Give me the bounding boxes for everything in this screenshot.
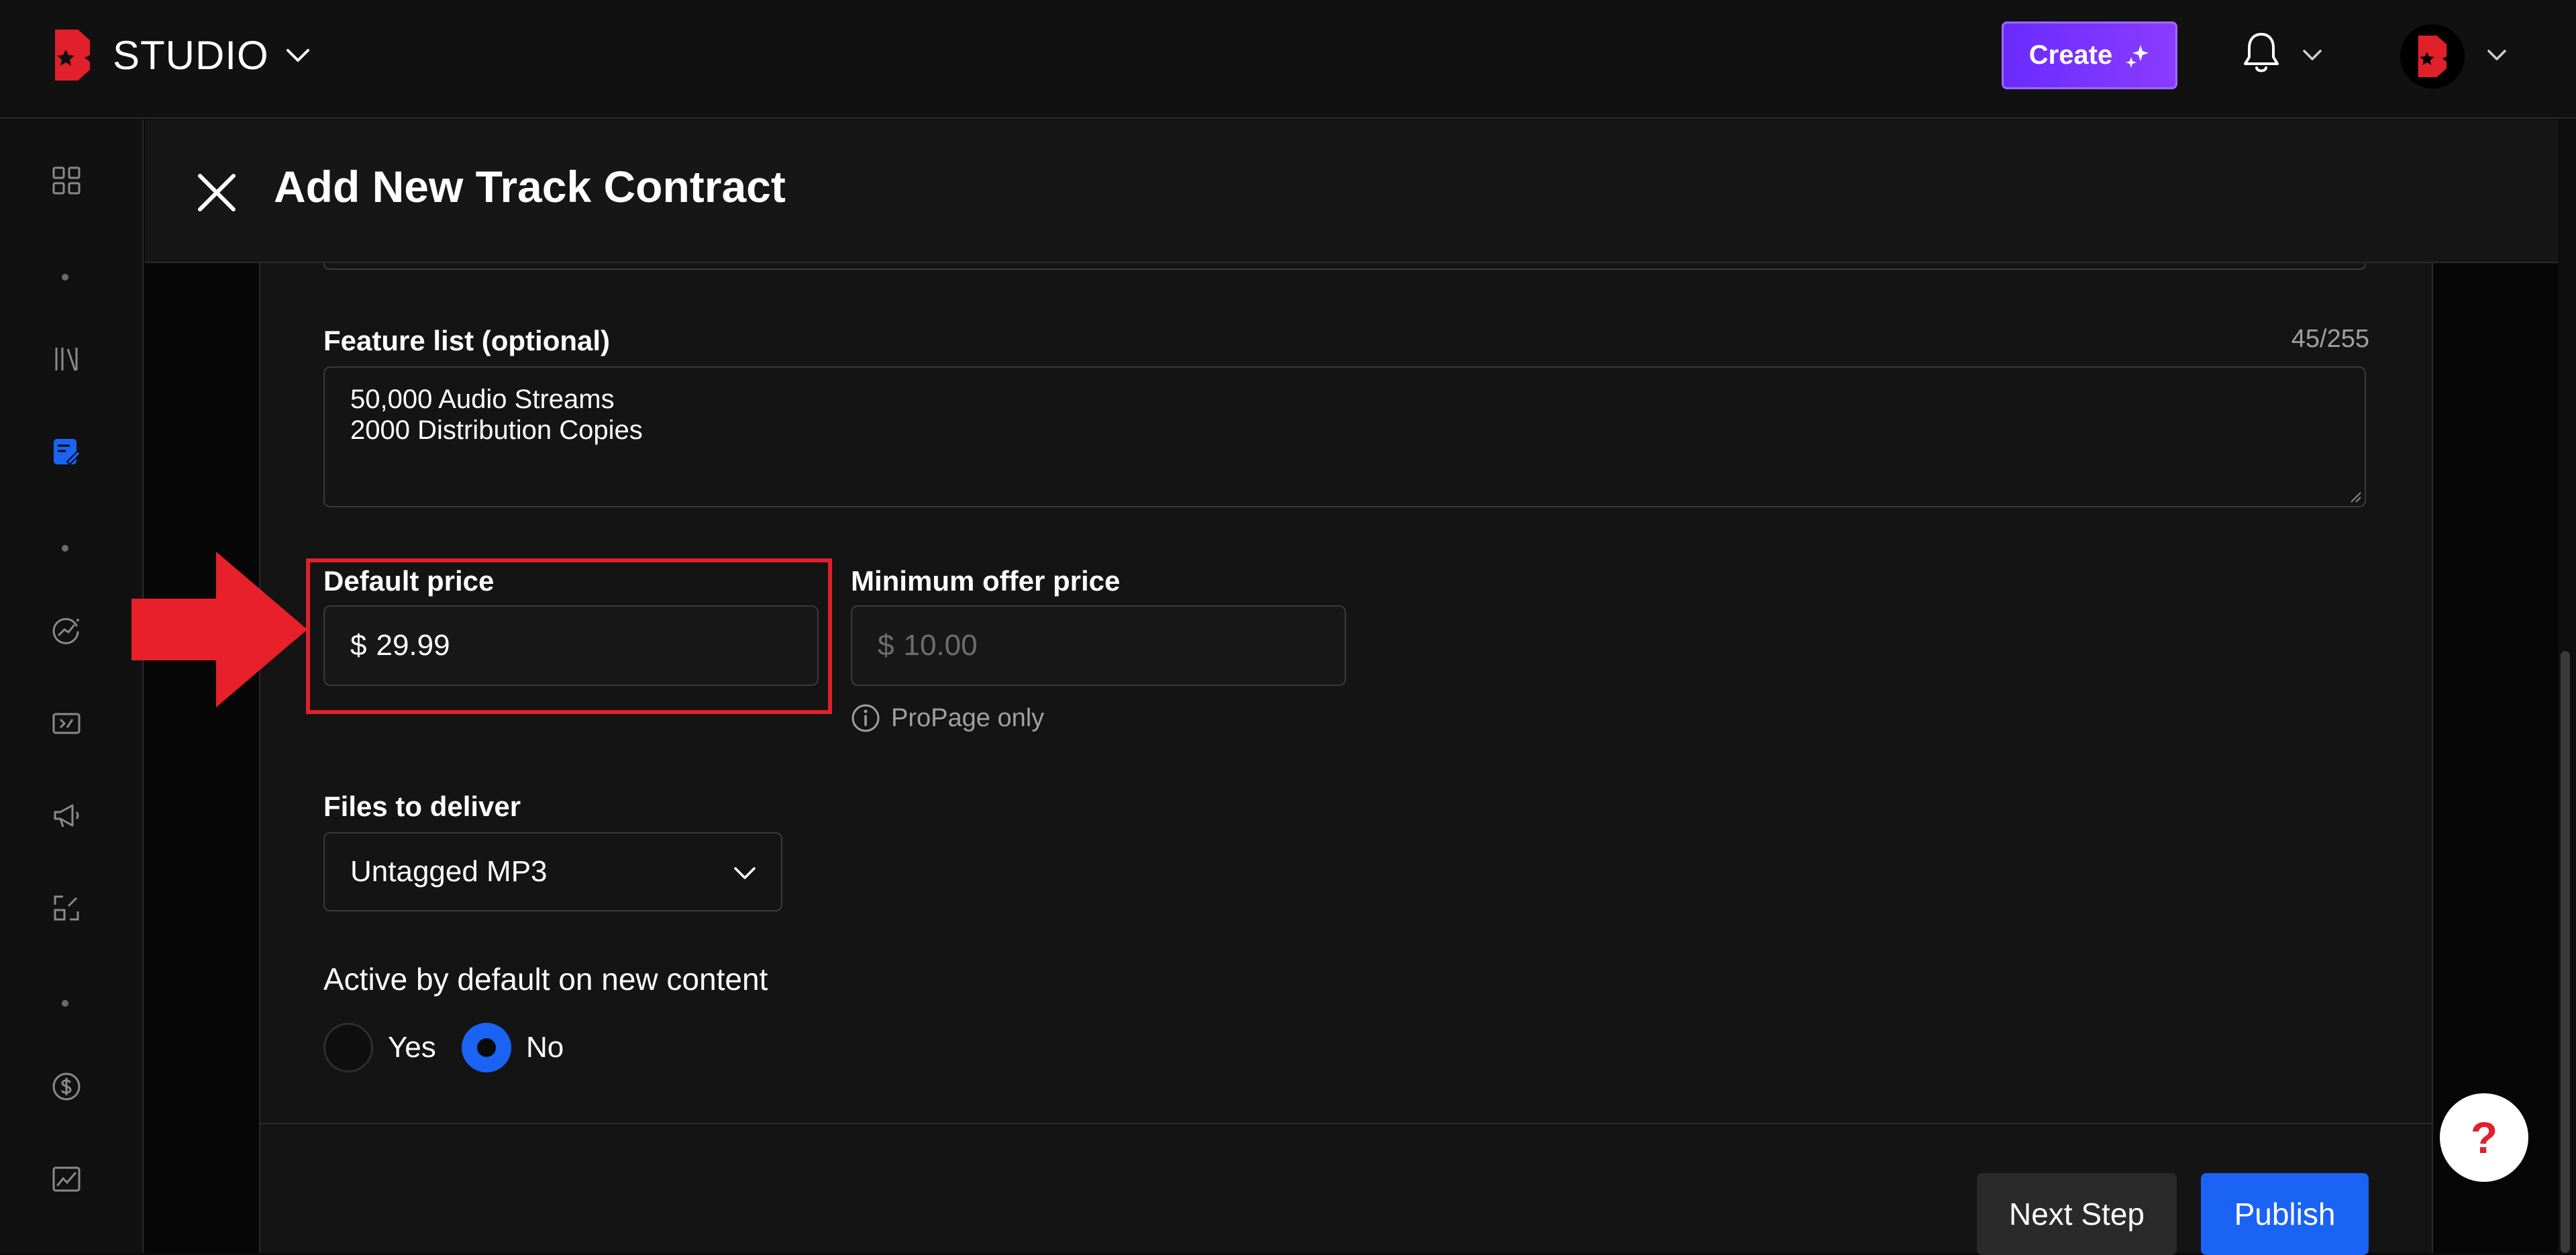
bell-icon[interactable] (2241, 30, 2281, 77)
top-bar: STUDIO Create (0, 0, 2576, 119)
brand-switcher[interactable]: STUDIO (52, 30, 312, 81)
character-counter: 45/255 (2291, 325, 2369, 353)
files-to-deliver-select[interactable]: Untagged MP3 (323, 832, 782, 911)
publish-button[interactable]: Publish (2201, 1173, 2369, 1255)
propage-note-text: ProPage only (891, 703, 1045, 732)
promote-icon[interactable] (51, 800, 82, 831)
contracts-icon[interactable] (51, 436, 82, 467)
avatar[interactable] (2400, 24, 2465, 89)
analytics-icon[interactable] (51, 615, 82, 646)
library-icon[interactable] (51, 344, 82, 374)
chevron-down-icon (286, 49, 309, 62)
coupons-icon[interactable] (51, 707, 82, 738)
create-button[interactable]: Create (2002, 21, 2177, 89)
files-selected-value: Untagged MP3 (350, 855, 548, 888)
brand-logo-icon (2418, 36, 2447, 77)
radio-yes[interactable] (323, 1023, 373, 1072)
feature-line: 50,000 Audio Streams (350, 385, 615, 414)
resize-handle-icon[interactable] (2346, 487, 2362, 503)
brand-name: STUDIO (113, 32, 269, 78)
propage-note: ProPage only (851, 703, 1044, 733)
help-button[interactable]: ? (2440, 1093, 2528, 1182)
close-icon[interactable] (195, 170, 239, 215)
minimum-offer-input[interactable]: $ 10.00 (851, 605, 1346, 686)
minimum-offer-label: Minimum offer price (851, 565, 1121, 597)
active-default-label: Active by default on new content (323, 962, 768, 997)
feature-list-textarea[interactable]: 50,000 Audio Streams 2000 Distribution C… (323, 366, 2366, 507)
modal-title: Add New Track Contract (274, 162, 786, 211)
sidebar-divider-dot (62, 274, 68, 281)
feature-list-label: Feature list (optional) (323, 325, 611, 356)
highlight-box (306, 558, 832, 714)
minimum-offer-placeholder: 10.00 (903, 629, 978, 662)
sparkle-icon (2126, 44, 2149, 68)
brand-logo-icon (55, 30, 90, 81)
chevron-down-icon[interactable] (2300, 43, 2324, 67)
chevron-down-icon[interactable] (2485, 43, 2509, 67)
radio-yes-label[interactable]: Yes (388, 1031, 436, 1064)
sidebar (0, 119, 144, 1253)
red-arrow-icon (132, 552, 307, 707)
radio-no[interactable] (462, 1023, 511, 1072)
footer-divider (259, 1123, 2433, 1124)
next-step-button[interactable]: Next Step (1977, 1173, 2177, 1255)
scrollbar-thumb[interactable] (2561, 651, 2570, 1253)
sidebar-divider-dot (62, 545, 68, 552)
info-icon (852, 704, 880, 732)
create-button-label: Create (2028, 40, 2113, 70)
chevron-down-icon (734, 867, 756, 879)
expand-icon[interactable] (51, 893, 82, 923)
sidebar-divider-dot (62, 1000, 68, 1007)
sales-icon[interactable] (51, 1071, 82, 1102)
dashboard-icon[interactable] (51, 165, 82, 196)
feature-line: 2000 Distribution Copies (350, 415, 643, 445)
radio-no-label[interactable]: No (526, 1031, 564, 1064)
currency-symbol: $ (878, 629, 894, 662)
files-to-deliver-label: Files to deliver (323, 791, 521, 822)
chart-icon[interactable] (51, 1164, 82, 1195)
